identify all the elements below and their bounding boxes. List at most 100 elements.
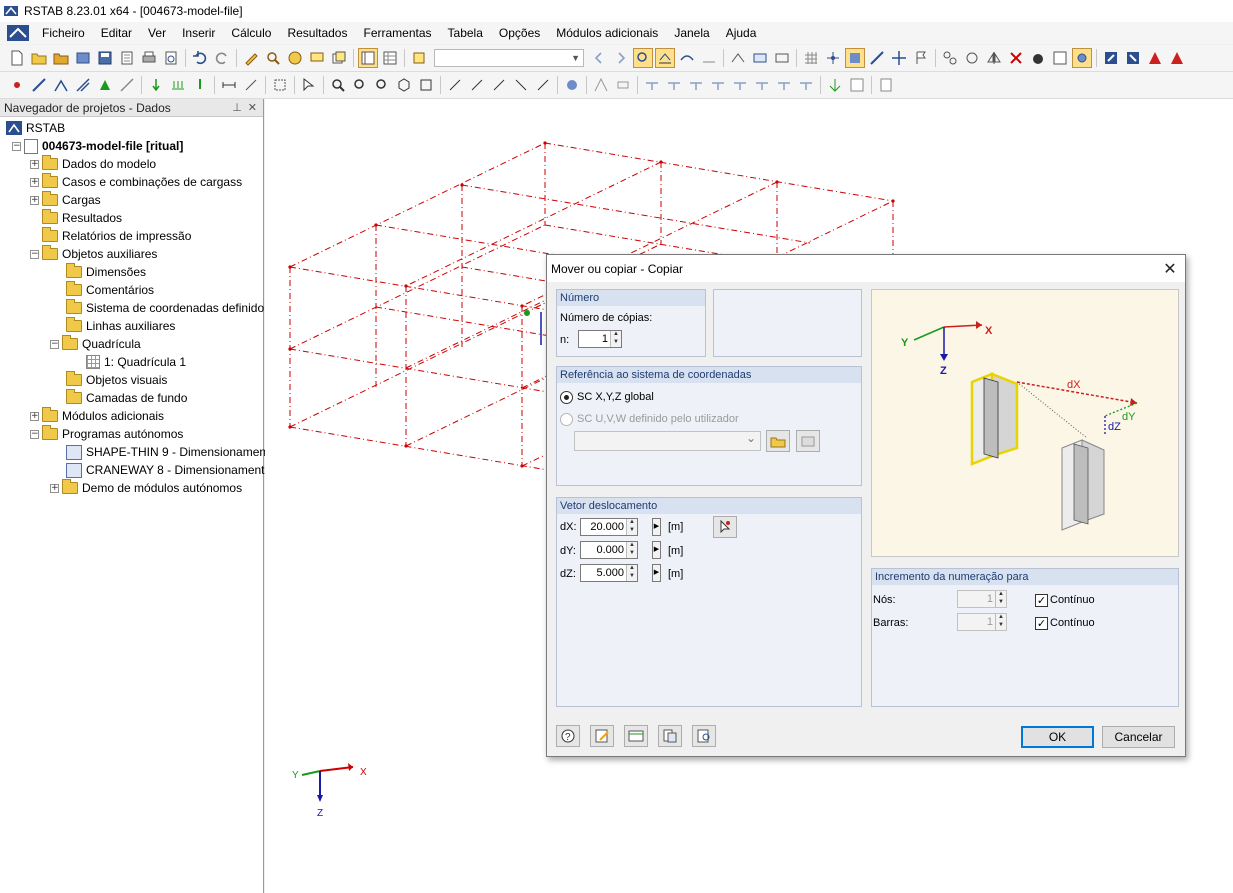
dy-pick-arrow[interactable]: ▶: [652, 541, 661, 559]
select-nodes-icon[interactable]: [845, 48, 865, 68]
pdf-icon[interactable]: [1145, 48, 1165, 68]
view-x-icon[interactable]: [445, 75, 465, 95]
nos-increment-field[interactable]: 1 ▲ ▼: [957, 590, 1007, 608]
pin-icon[interactable]: ⊥: [232, 101, 242, 114]
menu-editar[interactable]: Editar: [93, 26, 140, 40]
spin-up-icon[interactable]: ▲: [627, 542, 637, 550]
previous-icon[interactable]: [589, 48, 609, 68]
menu-tabela[interactable]: Tabela: [440, 26, 491, 40]
tree-item-linhas-auxiliares[interactable]: Linhas auxiliares: [66, 317, 175, 335]
zoom-window-icon[interactable]: [350, 75, 370, 95]
nodal-load-icon[interactable]: [146, 75, 166, 95]
result-vz-icon[interactable]: [686, 75, 706, 95]
coordinate-label-icon[interactable]: [241, 75, 261, 95]
menu-opcoes[interactable]: Opções: [491, 26, 548, 40]
tree-item-relatorios[interactable]: Relatórios de impressão: [30, 227, 191, 245]
result-pz-icon[interactable]: [796, 75, 816, 95]
menu-calculo[interactable]: Cálculo: [223, 26, 279, 40]
expand-icon[interactable]: +: [30, 159, 39, 169]
display-options-icon[interactable]: [562, 75, 582, 95]
flag-icon[interactable]: [911, 48, 931, 68]
spin-up-icon[interactable]: ▲: [996, 614, 1006, 622]
spin-up-icon[interactable]: ▲: [996, 591, 1006, 599]
spin-down-icon[interactable]: ▼: [611, 339, 621, 347]
result-mt-icon[interactable]: [708, 75, 728, 95]
preview-button[interactable]: [692, 725, 716, 747]
result-n-icon[interactable]: [642, 75, 662, 95]
measure-icon[interactable]: [1028, 48, 1048, 68]
hinge-icon[interactable]: [117, 75, 137, 95]
dz-field[interactable]: 5.000 ▲ ▼: [580, 564, 638, 582]
copy-settings-button[interactable]: [658, 725, 682, 747]
dimension-icon[interactable]: [219, 75, 239, 95]
pdf-export-icon[interactable]: [1167, 48, 1187, 68]
support-reactions-icon[interactable]: [825, 75, 845, 95]
tree-item-cargas[interactable]: + Cargas: [30, 191, 101, 209]
zoom-all-icon[interactable]: [328, 75, 348, 95]
search-icon[interactable]: [263, 48, 283, 68]
settings-icon[interactable]: [1072, 48, 1092, 68]
tree-item-objetos-auxiliares[interactable]: − Objetos auxiliares: [30, 245, 157, 263]
expand-icon[interactable]: +: [30, 195, 39, 205]
tree-item-sistema-coordenadas[interactable]: Sistema de coordenadas definido: [66, 299, 264, 317]
delete-icon[interactable]: [1006, 48, 1026, 68]
wireframe-icon[interactable]: [772, 48, 792, 68]
ok-button[interactable]: OK: [1021, 726, 1094, 748]
spin-down-icon[interactable]: ▼: [627, 573, 637, 581]
support-icon[interactable]: [95, 75, 115, 95]
new-file-icon[interactable]: [7, 48, 27, 68]
rotate-icon[interactable]: [962, 48, 982, 68]
spin-down-icon[interactable]: ▼: [627, 527, 637, 535]
member-series-icon[interactable]: [73, 75, 93, 95]
collapse-icon[interactable]: −: [12, 141, 21, 151]
model-view-icon[interactable]: [728, 48, 748, 68]
user-cs-radio[interactable]: [560, 413, 573, 426]
result-py-icon[interactable]: [774, 75, 794, 95]
select-window-icon[interactable]: [270, 75, 290, 95]
pick-vector-button[interactable]: [713, 516, 737, 538]
connect-icon[interactable]: [940, 48, 960, 68]
cross-section-icon[interactable]: [613, 75, 633, 95]
zoom-icon[interactable]: [285, 48, 305, 68]
user-cs-select[interactable]: [574, 431, 761, 451]
open-project-icon[interactable]: [51, 48, 71, 68]
tree-item-resultados[interactable]: Resultados: [30, 209, 122, 227]
expand-icon[interactable]: +: [30, 411, 39, 421]
tree-root[interactable]: RSTAB: [6, 119, 65, 137]
load-case-icon[interactable]: [409, 48, 429, 68]
number-of-copies-stepper[interactable]: 1 ▲ ▼: [578, 330, 622, 348]
collapse-icon[interactable]: −: [30, 429, 39, 439]
undo-icon[interactable]: [190, 48, 210, 68]
deformation-icon[interactable]: [677, 48, 697, 68]
collapse-icon[interactable]: −: [30, 249, 39, 259]
table-toggle-icon[interactable]: [380, 48, 400, 68]
project-manager-icon[interactable]: [73, 48, 93, 68]
iso-view-icon[interactable]: [394, 75, 414, 95]
menu-resultados[interactable]: Resultados: [279, 26, 355, 40]
tree-item-camadas-fundo[interactable]: Camadas de fundo: [66, 389, 187, 407]
view-minus-x-icon[interactable]: [511, 75, 531, 95]
tree-item-quadricula[interactable]: − Quadrícula: [50, 335, 141, 353]
view-cursor-icon[interactable]: [299, 75, 319, 95]
tree-item-objetos-visuais[interactable]: Objetos visuais: [66, 371, 167, 389]
menu-modulos-adicionais[interactable]: Módulos adicionais: [548, 26, 666, 40]
view-z-icon[interactable]: [489, 75, 509, 95]
spin-down-icon[interactable]: ▼: [996, 599, 1006, 607]
global-cs-radio[interactable]: [560, 391, 573, 404]
grid-icon[interactable]: [801, 48, 821, 68]
menu-ajuda[interactable]: Ajuda: [718, 26, 765, 40]
tree-item-casos-combinacoes[interactable]: + Casos e combinações de cargass: [30, 173, 242, 191]
dx-field[interactable]: 20.000 ▲ ▼: [580, 518, 638, 536]
menu-ferramentas[interactable]: Ferramentas: [355, 26, 439, 40]
view-y-icon[interactable]: [467, 75, 487, 95]
print-graphic-icon[interactable]: [161, 48, 181, 68]
spin-down-icon[interactable]: ▼: [996, 622, 1006, 630]
edit-pencil-icon[interactable]: [241, 48, 261, 68]
perspective-icon[interactable]: [416, 75, 436, 95]
dy-field[interactable]: 0.000 ▲ ▼: [580, 541, 638, 559]
show-results-icon[interactable]: [633, 48, 653, 68]
tree-item-shape-thin[interactable]: SHAPE-THIN 9 - Dimensionamen: [66, 443, 266, 461]
copy-icon[interactable]: [329, 48, 349, 68]
import-icon[interactable]: [1123, 48, 1143, 68]
member-ends-icon[interactable]: [591, 75, 611, 95]
